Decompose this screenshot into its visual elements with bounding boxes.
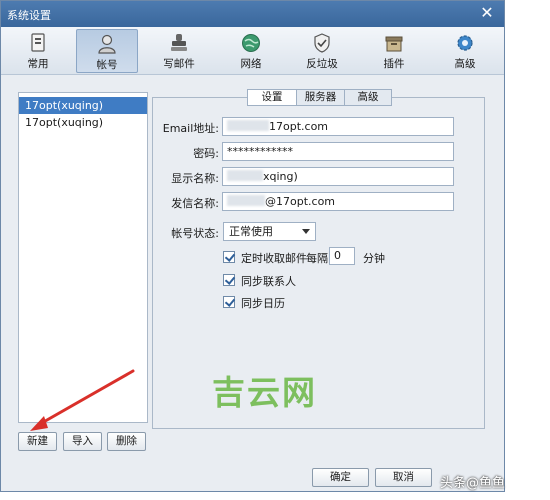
display-name-value: xqing) (263, 170, 298, 183)
cancel-button[interactable]: 取消 (375, 468, 432, 487)
source-watermark: 头条@鱼鱼 (440, 476, 506, 491)
settings-window: 系统设置 ✕ 常用 帐号 写邮件 网络 反垃圾 插件 高级 17opt(xuqi… (0, 0, 505, 492)
password-field[interactable]: ************ (222, 142, 454, 161)
sender-name-field[interactable]: @17opt.com (222, 192, 454, 211)
box-icon (385, 36, 403, 52)
sender-name-label: 发信名称: (171, 197, 219, 210)
gear-icon (457, 35, 473, 51)
account-list: 17opt(xuqing) 17opt(xuqing) (18, 92, 148, 423)
shield-icon (314, 33, 330, 53)
tab-settings[interactable]: 设置 (247, 89, 297, 106)
interval-input[interactable]: 0 (329, 247, 355, 265)
account-status-label: 帐号状态: (171, 227, 219, 240)
sync-calendar-label: 同步日历 (241, 297, 285, 310)
account-status-select[interactable]: 正常使用 (223, 222, 316, 241)
delete-button[interactable]: 删除 (107, 432, 146, 451)
tool-antispam[interactable]: 反垃圾 (291, 29, 353, 73)
globe-icon (242, 34, 260, 52)
tool-label: 帐号 (96, 59, 118, 71)
sender-name-value: @17opt.com (265, 195, 336, 208)
account-item[interactable]: 17opt(xuqing) (19, 97, 147, 114)
tool-label: 常用 (27, 58, 49, 70)
tool-advanced[interactable]: 高级 (434, 29, 496, 73)
every-label: 每隔 (306, 252, 328, 265)
new-account-button[interactable]: 新建 (18, 432, 57, 451)
account-item[interactable]: 17opt(xuqing) (19, 114, 147, 131)
tool-label: 网络 (240, 58, 262, 70)
close-icon[interactable]: ✕ (478, 4, 496, 22)
redacted-mask (227, 195, 265, 206)
tool-general[interactable]: 常用 (7, 29, 69, 73)
window-title: 系统设置 (7, 9, 51, 22)
minute-label: 分钟 (363, 252, 385, 265)
sync-calendar-checkbox[interactable] (223, 296, 235, 308)
tab-server[interactable]: 服务器 (296, 89, 345, 106)
sync-contacts-label: 同步联系人 (241, 275, 296, 288)
user-icon (98, 34, 116, 54)
display-name-field[interactable]: xqing) (222, 167, 454, 186)
doc-icon (31, 33, 45, 52)
redacted-mask (227, 120, 269, 131)
tool-plugins[interactable]: 插件 (363, 29, 425, 73)
auto-fetch-checkbox[interactable] (223, 251, 235, 263)
tab-advanced[interactable]: 高级 (344, 89, 392, 106)
tool-label: 高级 (454, 58, 476, 70)
ok-button[interactable]: 确定 (312, 468, 369, 487)
chevron-down-icon (302, 229, 310, 234)
tool-label: 反垃圾 (306, 58, 338, 70)
import-button[interactable]: 导入 (63, 432, 102, 451)
auto-fetch-label: 定时收取邮件 (241, 252, 307, 265)
email-value: 17opt.com (269, 120, 329, 133)
tool-network[interactable]: 网络 (220, 29, 282, 73)
sync-contacts-checkbox[interactable] (223, 274, 235, 286)
tool-account[interactable]: 帐号 (76, 29, 138, 73)
display-name-label: 显示名称: (171, 172, 219, 185)
email-label: Email地址: (162, 122, 219, 135)
tool-label: 插件 (383, 58, 405, 70)
settings-toolbar: 常用 帐号 写邮件 网络 反垃圾 插件 高级 (1, 27, 504, 75)
tool-label: 写邮件 (163, 58, 195, 70)
email-field[interactable]: 17opt.com (222, 117, 454, 136)
watermark-text: 吉云网 (212, 373, 317, 412)
password-label: 密码: (193, 147, 219, 160)
account-status-value: 正常使用 (229, 225, 273, 238)
stamp-icon (171, 34, 187, 51)
redacted-mask (227, 170, 263, 181)
tool-compose[interactable]: 写邮件 (148, 29, 210, 73)
title-bar: 系统设置 ✕ (1, 1, 504, 27)
